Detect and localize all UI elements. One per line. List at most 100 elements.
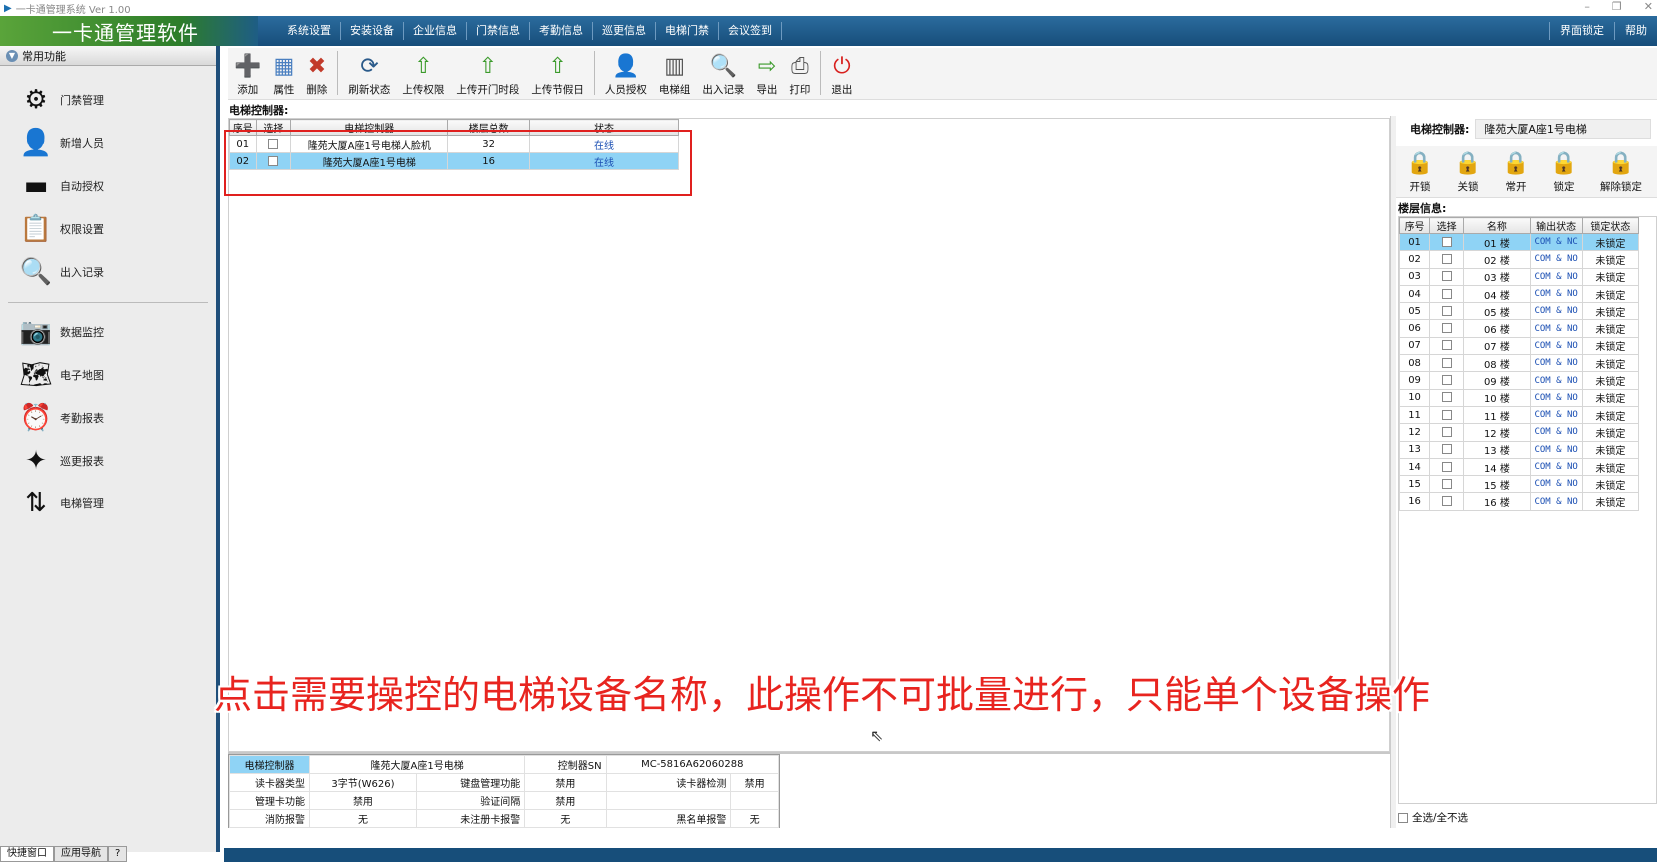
- row-checkbox[interactable]: [1441, 340, 1452, 351]
- row-checkbox[interactable]: [1441, 478, 1452, 489]
- col-header[interactable]: 锁定状态: [1581, 217, 1640, 234]
- menu-item[interactable]: 巡更信息: [593, 22, 656, 40]
- toolbar-button[interactable]: ➕ 添加: [228, 49, 267, 99]
- sidebar-item[interactable]: ✦ 巡更报表: [16, 441, 206, 481]
- row-checkbox[interactable]: [1441, 357, 1452, 368]
- col-header[interactable]: 序号: [1398, 217, 1431, 234]
- table-row[interactable]: 03 03 楼 COM & NO 未锁定: [1398, 267, 1640, 286]
- cell-select[interactable]: [1429, 405, 1465, 425]
- lock-button[interactable]: 🔒 锁定: [1540, 146, 1588, 196]
- table-row[interactable]: 16 16 楼 COM & NO 未锁定: [1398, 492, 1640, 511]
- table-row[interactable]: 08 08 楼 COM & NO 未锁定: [1398, 354, 1640, 373]
- sidebar-item[interactable]: ⇅ 电梯管理: [16, 483, 206, 523]
- cell-select[interactable]: [1429, 492, 1465, 511]
- cell-select[interactable]: [1429, 284, 1465, 304]
- select-all[interactable]: 全选/全不选: [1398, 810, 1468, 825]
- row-checkbox[interactable]: [1441, 375, 1452, 386]
- col-header[interactable]: 输出状态: [1529, 217, 1583, 234]
- row-checkbox[interactable]: [1441, 409, 1452, 420]
- cell-select[interactable]: [1429, 336, 1465, 356]
- cell-select[interactable]: [1429, 302, 1465, 321]
- menu-item[interactable]: 会议签到: [719, 22, 782, 40]
- sidebar-item[interactable]: 🗺 电子地图: [16, 355, 206, 395]
- cell-select[interactable]: [1429, 371, 1465, 390]
- cell-select[interactable]: [1429, 388, 1465, 407]
- cell-select[interactable]: [1429, 232, 1465, 252]
- menu-item[interactable]: 考勤信息: [530, 22, 593, 40]
- table-row[interactable]: 10 10 楼 COM & NO 未锁定: [1398, 388, 1640, 407]
- menu-item-right[interactable]: 界面锁定: [1549, 22, 1614, 40]
- toolbar-button[interactable]: ⏻ 退出: [825, 49, 858, 99]
- table-row[interactable]: 05 05 楼 COM & NO 未锁定: [1398, 302, 1640, 321]
- toolbar-button[interactable]: ⟳ 刷新状态: [342, 49, 396, 99]
- minimize-button[interactable]: –: [1584, 0, 1590, 13]
- tab-help[interactable]: ?: [108, 846, 128, 862]
- toolbar-button[interactable]: ⇧ 上传开门时段: [450, 49, 525, 99]
- cell-select[interactable]: [1429, 475, 1465, 494]
- menu-item[interactable]: 系统设置: [278, 22, 341, 40]
- menu-item[interactable]: 安装设备: [341, 22, 404, 40]
- sidebar-item[interactable]: 📋 权限设置: [16, 209, 206, 249]
- cell-select[interactable]: [1429, 354, 1465, 373]
- close-button[interactable]: ✕: [1644, 0, 1653, 13]
- sidebar-item[interactable]: ⚙ 门禁管理: [16, 80, 206, 120]
- cell-select[interactable]: [1429, 440, 1465, 459]
- row-checkbox[interactable]: [1441, 305, 1452, 316]
- col-header[interactable]: 选择: [1429, 217, 1465, 234]
- toolbar-button[interactable]: ✖ 删除: [300, 49, 333, 99]
- row-checkbox[interactable]: [1441, 271, 1452, 282]
- maximize-button[interactable]: ❐: [1612, 0, 1622, 13]
- toolbar-button[interactable]: ▥ 电梯组: [653, 49, 697, 99]
- table-row[interactable]: 11 11 楼 COM & NO 未锁定: [1398, 405, 1640, 425]
- cell-select[interactable]: [1429, 319, 1465, 338]
- sidebar-item[interactable]: 🔍 出入记录: [16, 252, 206, 292]
- table-row[interactable]: 13 13 楼 COM & NO 未锁定: [1398, 440, 1640, 459]
- row-checkbox[interactable]: [1441, 392, 1452, 403]
- table-row[interactable]: 09 09 楼 COM & NO 未锁定: [1398, 371, 1640, 390]
- cell-select[interactable]: [1429, 267, 1465, 286]
- menu-item[interactable]: 电梯门禁: [656, 22, 719, 40]
- toolbar-button[interactable]: ⇨ 导出: [750, 49, 783, 99]
- menu-item[interactable]: 企业信息: [404, 22, 467, 40]
- sidebar-item[interactable]: ▬ 自动授权: [16, 166, 206, 206]
- cell-select[interactable]: [1429, 457, 1465, 477]
- row-checkbox[interactable]: [1441, 426, 1452, 437]
- lock-button[interactable]: 🔒 开锁: [1396, 146, 1444, 196]
- row-checkbox[interactable]: [1441, 461, 1452, 472]
- sidebar-item[interactable]: ⏰ 考勤报表: [16, 398, 206, 438]
- sidebar-header[interactable]: ▼ 常用功能: [0, 46, 216, 66]
- table-row[interactable]: 01 01 楼 COM & NC 未锁定: [1398, 232, 1640, 252]
- menu-item-right[interactable]: 帮助: [1614, 22, 1657, 40]
- table-row[interactable]: 12 12 楼 COM & NO 未锁定: [1398, 423, 1640, 442]
- table-row[interactable]: 02 02 楼 COM & NO 未锁定: [1398, 250, 1640, 269]
- toolbar-button[interactable]: 🔍 出入记录: [696, 49, 750, 99]
- table-row[interactable]: 14 14 楼 COM & NO 未锁定: [1398, 457, 1640, 477]
- tab-app-nav[interactable]: 应用导航: [54, 846, 108, 862]
- cell-select[interactable]: [1429, 250, 1465, 269]
- cell-select[interactable]: [1429, 423, 1465, 442]
- table-row[interactable]: 06 06 楼 COM & NO 未锁定: [1398, 319, 1640, 338]
- row-checkbox[interactable]: [1441, 496, 1452, 507]
- table-row[interactable]: 15 15 楼 COM & NO 未锁定: [1398, 475, 1640, 494]
- toolbar-button[interactable]: ⇧ 上传节假日: [525, 49, 590, 99]
- toolbar-button[interactable]: ▦ 属性: [267, 49, 300, 99]
- select-all-checkbox[interactable]: [1398, 812, 1408, 823]
- row-checkbox[interactable]: [1441, 253, 1452, 264]
- menu-item[interactable]: 门禁信息: [467, 22, 530, 40]
- sidebar-item[interactable]: 📷 数据监控: [16, 312, 206, 352]
- tab-quick-window[interactable]: 快捷窗口: [0, 846, 54, 862]
- row-checkbox[interactable]: [1441, 288, 1452, 299]
- table-row[interactable]: 04 04 楼 COM & NO 未锁定: [1398, 284, 1640, 304]
- toolbar-button[interactable]: 👤 人员授权: [599, 49, 653, 99]
- row-checkbox[interactable]: [1441, 236, 1452, 247]
- row-checkbox[interactable]: [1441, 323, 1452, 334]
- toolbar-button[interactable]: ⇧ 上传权限: [396, 49, 450, 99]
- sidebar-item[interactable]: 👤 新增人员: [16, 123, 206, 163]
- lock-button[interactable]: 🔒 关锁: [1444, 146, 1492, 196]
- toolbar-button[interactable]: ⎙ 打印: [783, 49, 816, 99]
- col-header[interactable]: 名称: [1463, 217, 1531, 234]
- lock-button[interactable]: 🔒 常开: [1492, 146, 1540, 196]
- row-checkbox[interactable]: [1441, 444, 1452, 455]
- lock-button[interactable]: 🔒 解除锁定: [1588, 146, 1654, 196]
- table-row[interactable]: 07 07 楼 COM & NO 未锁定: [1398, 336, 1640, 356]
